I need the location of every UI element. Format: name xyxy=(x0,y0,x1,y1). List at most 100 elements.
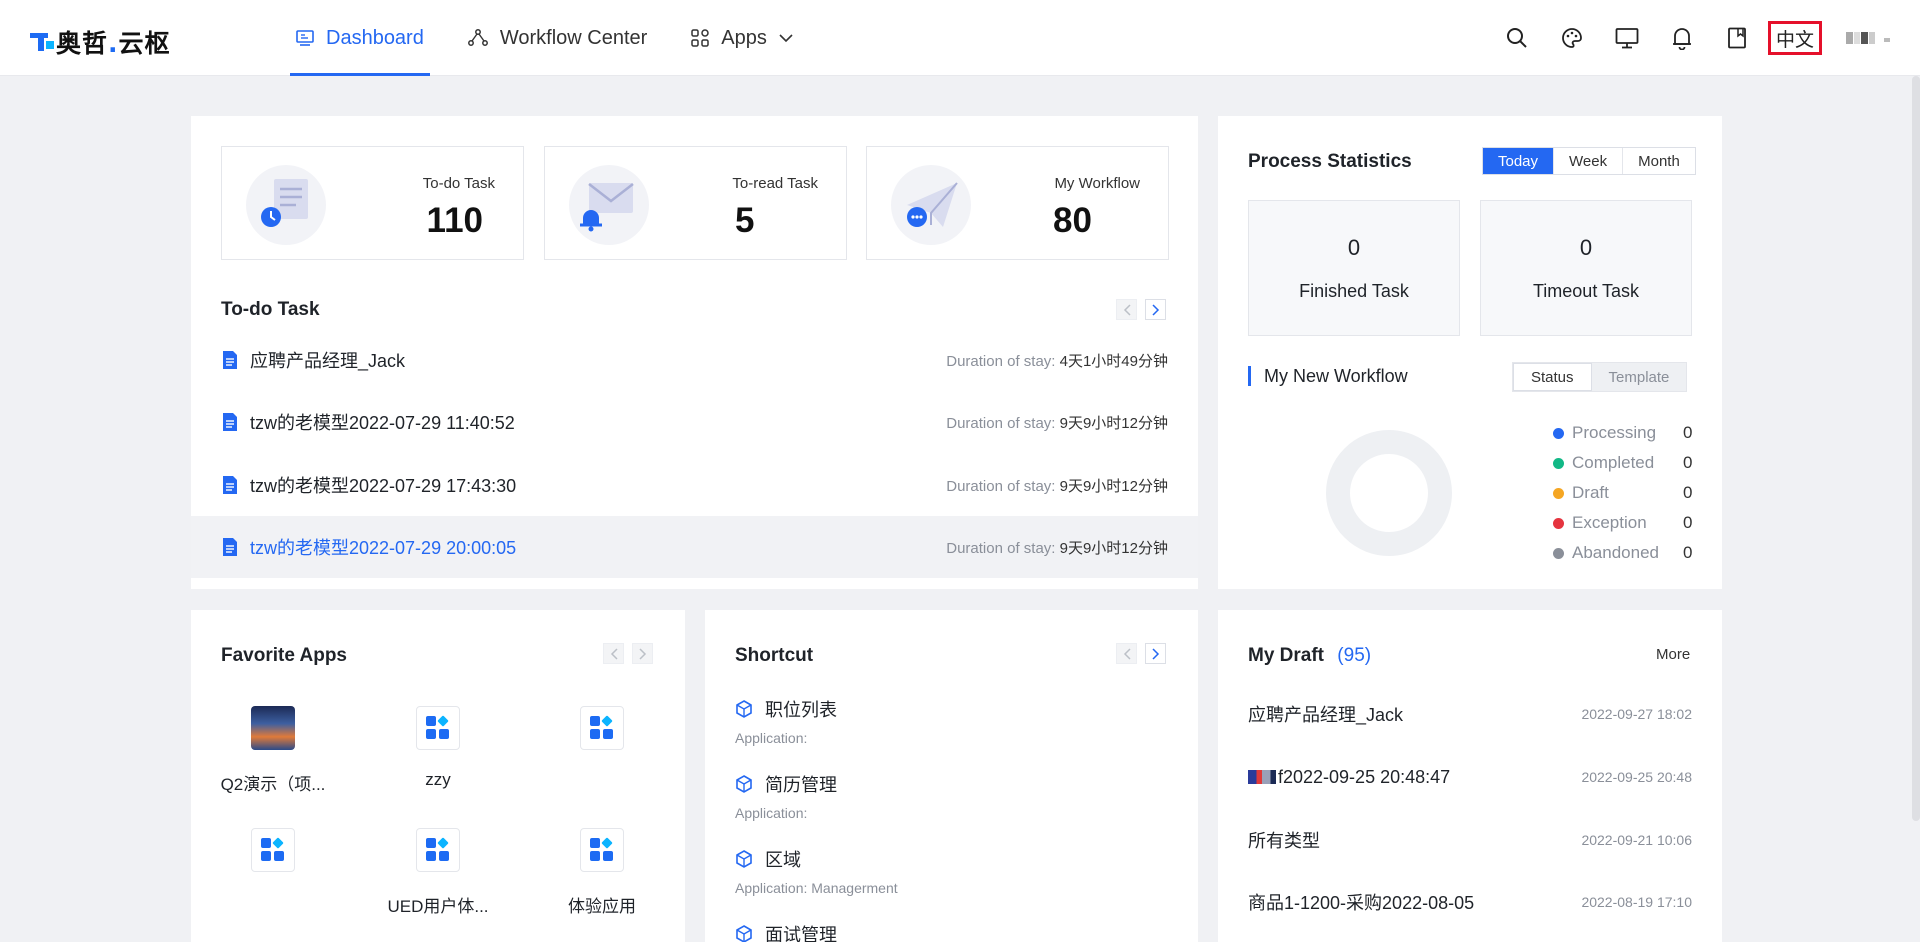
workflow-icon xyxy=(467,29,488,46)
theme-button[interactable] xyxy=(1544,0,1599,76)
nav-workflow-center[interactable]: Workflow Center xyxy=(462,0,653,76)
app-name: Q2演示（项... xyxy=(220,775,326,794)
favorite-app[interactable]: UED用户体... xyxy=(373,828,503,917)
shortcut-desc: Application: Managerment xyxy=(735,880,898,896)
nav-dashboard-label: Dashboard xyxy=(326,26,424,49)
stat-value: 110 xyxy=(426,201,483,240)
tab-today[interactable]: Today xyxy=(1483,148,1554,174)
shortcut-title: Shortcut xyxy=(735,645,814,666)
legend-item: Completed 0 xyxy=(1553,448,1692,478)
todo-title: To-do Task xyxy=(221,299,320,320)
main-nav: Dashboard Workflow Center Apps xyxy=(290,0,831,76)
favorite-app[interactable] xyxy=(537,706,667,770)
legend-item: Draft 0 xyxy=(1553,478,1692,508)
language-switch[interactable]: 中文 xyxy=(1768,21,1822,55)
finished-task-box[interactable]: 0 Finished Task xyxy=(1248,200,1460,336)
logo-mark-icon xyxy=(30,29,56,55)
todo-row[interactable]: tzw的老模型2022-07-29 11:40:52 Duration of s… xyxy=(191,391,1198,453)
draft-name-wrap: f2022-09-25 20:48:47 xyxy=(1248,767,1450,788)
shortcut-item[interactable]: 简历管理 Application: xyxy=(735,771,837,821)
todo-row[interactable]: 应聘产品经理_Jack Duration of stay: 4天1小时49分钟 xyxy=(191,329,1198,391)
brand-name: 奥哲.云枢 xyxy=(56,29,171,58)
app-name: zzy xyxy=(425,770,451,789)
chevron-left-icon xyxy=(1123,303,1131,316)
favorite-app[interactable]: 体验应用 xyxy=(537,828,667,917)
app-name: UED用户体... xyxy=(387,897,489,916)
period-tabs: Today Week Month xyxy=(1482,147,1696,175)
shortcut-item[interactable]: 职位列表 Application: xyxy=(735,696,837,746)
draft-item[interactable]: 应聘产品经理_Jack 2022-09-27 18:02 xyxy=(1248,699,1692,729)
app-grid-icon xyxy=(580,828,624,872)
tab-month[interactable]: Month xyxy=(1622,148,1695,174)
todo-row-name: tzw的老模型2022-07-29 20:00:05 xyxy=(250,538,517,558)
app-thumbnail-icon xyxy=(251,706,295,750)
my-new-workflow-title: My New Workflow xyxy=(1248,366,1408,386)
favorite-app[interactable]: zzy xyxy=(373,706,503,790)
shortcut-item[interactable]: 区域 Application: Managerment xyxy=(735,846,898,896)
todo-row[interactable]: tzw的老模型2022-07-29 20:00:05 Duration of s… xyxy=(191,516,1198,578)
app-grid-icon xyxy=(416,706,460,750)
document-icon xyxy=(223,476,237,494)
timeout-task-box[interactable]: 0 Timeout Task xyxy=(1480,200,1692,336)
brand-logo[interactable]: 奥哲.云枢 xyxy=(30,24,171,60)
shortcut-name: 面试管理 xyxy=(765,925,837,942)
stat-label: My Workflow xyxy=(1054,175,1140,192)
draft-item[interactable]: f2022-09-25 20:48:47 2022-09-25 20:48 xyxy=(1248,762,1692,792)
prev-page-button[interactable] xyxy=(1116,299,1137,320)
user-avatar[interactable] xyxy=(1846,28,1892,48)
chevron-right-icon xyxy=(1151,647,1159,660)
tab-template[interactable]: Template xyxy=(1592,363,1687,391)
monitor-button[interactable] xyxy=(1599,0,1654,76)
apps-grid-icon xyxy=(691,29,710,47)
nav-dashboard[interactable]: Dashboard xyxy=(290,0,430,76)
nav-apps[interactable]: Apps xyxy=(685,0,799,76)
stat-myworkflow[interactable]: My Workflow 80 xyxy=(866,146,1169,260)
draft-count: (95) xyxy=(1337,645,1372,666)
draft-item[interactable]: 商品1-1200-采购2022-08-05 2022-08-19 17:10 xyxy=(1248,887,1692,917)
shortcut-name: 职位列表 xyxy=(765,700,837,720)
tab-week[interactable]: Week xyxy=(1553,148,1622,174)
bell-icon xyxy=(1672,28,1691,50)
page-scrollbar[interactable] xyxy=(1912,76,1920,821)
todo-task-icon xyxy=(246,165,326,245)
top-header: 奥哲.云枢 Dashboard Workflow Center Apps 中文 xyxy=(0,0,1920,76)
palette-icon xyxy=(1561,28,1582,48)
stat-label: To-read Task xyxy=(732,175,818,192)
finished-task-label: Finished Task xyxy=(1299,281,1409,301)
stat-todo[interactable]: To-do Task 110 xyxy=(221,146,524,260)
dashboard-icon xyxy=(296,30,314,46)
docs-button[interactable] xyxy=(1709,0,1764,76)
stat-value: 80 xyxy=(1053,201,1092,240)
document-icon xyxy=(223,413,237,431)
next-page-button[interactable] xyxy=(1145,299,1166,320)
draft-item[interactable]: 所有类型 2022-09-21 10:06 xyxy=(1248,825,1692,855)
prev-page-button[interactable] xyxy=(603,643,624,664)
timeout-task-value: 0 xyxy=(1579,235,1593,260)
monitor-icon xyxy=(1615,28,1638,49)
todo-row-name: tzw的老模型2022-07-29 17:43:30 xyxy=(250,476,517,496)
draft-date: 2022-09-25 20:48 xyxy=(1581,769,1692,785)
prev-page-button[interactable] xyxy=(1116,643,1137,664)
stat-toread[interactable]: To-read Task 5 xyxy=(544,146,847,260)
next-page-button[interactable] xyxy=(1145,643,1166,664)
cube-icon xyxy=(736,700,752,718)
todo-row[interactable]: tzw的老模型2022-07-29 17:43:30 Duration of s… xyxy=(191,454,1198,516)
todo-row-duration: Duration of stay: 9天9小时12分钟 xyxy=(946,414,1168,432)
legend-item: Processing 0 xyxy=(1553,418,1692,448)
notification-button[interactable] xyxy=(1654,0,1709,76)
tab-status[interactable]: Status xyxy=(1513,363,1592,391)
favorite-app[interactable]: Q2演示（项... xyxy=(208,706,338,795)
app-name: 体验应用 xyxy=(568,897,636,916)
shortcut-item[interactable]: 面试管理 xyxy=(735,921,837,942)
draft-date: 2022-09-21 10:06 xyxy=(1581,832,1692,848)
chevron-left-icon xyxy=(1123,647,1131,660)
paper-plane-icon xyxy=(891,165,971,245)
cube-icon xyxy=(736,925,752,942)
next-page-button[interactable] xyxy=(632,643,653,664)
draft-date: 2022-09-27 18:02 xyxy=(1581,706,1692,722)
favorite-app[interactable] xyxy=(208,828,338,892)
app-grid-icon xyxy=(416,828,460,872)
shortcut-pager xyxy=(1116,643,1166,664)
more-drafts-link[interactable]: More xyxy=(1656,646,1690,663)
search-button[interactable] xyxy=(1489,0,1544,76)
